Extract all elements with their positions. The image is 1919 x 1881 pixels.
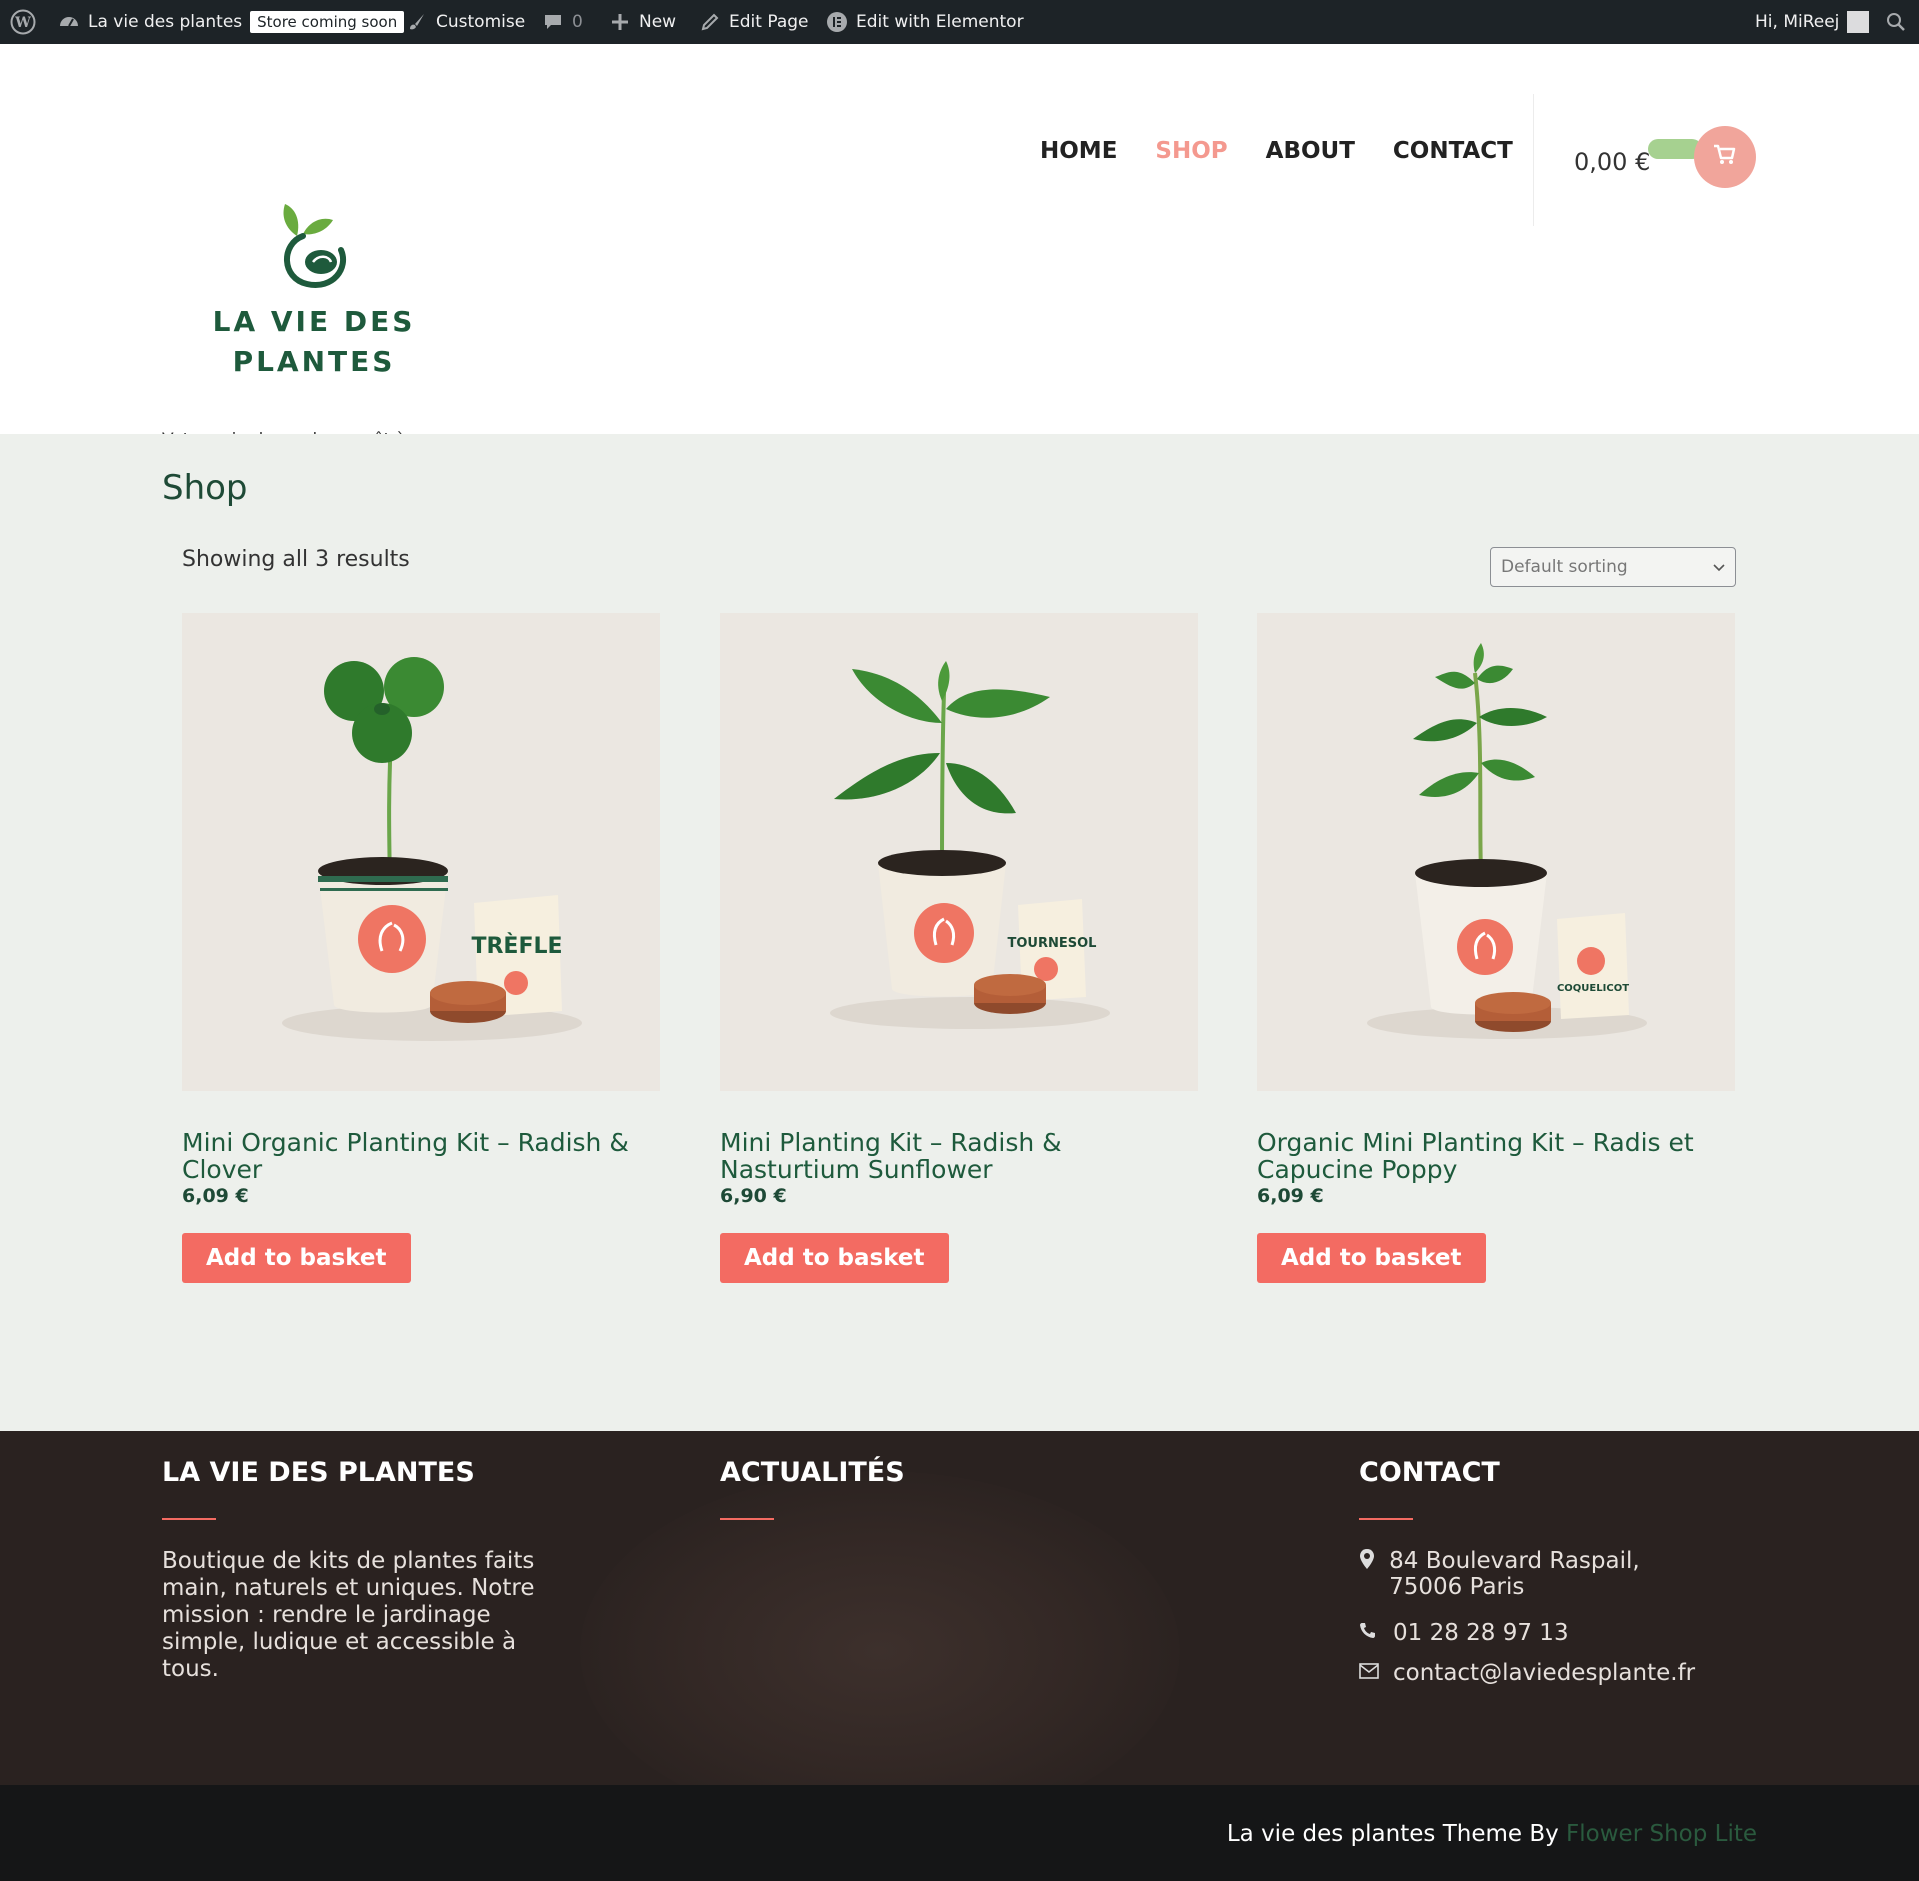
customise-link[interactable]: Customise (406, 0, 525, 44)
footer-about-column: LA VIE DES PLANTES Boutique de kits de p… (162, 1457, 552, 1683)
product-title[interactable]: Organic Mini Planting Kit – Radis et Cap… (1257, 1129, 1735, 1183)
edit-page-label: Edit Page (729, 12, 809, 32)
edit-page-link[interactable]: Edit Page (699, 0, 808, 44)
product-card: COQUELICOT Organic Mini Planting Kit – R… (1257, 613, 1735, 1283)
footer-about-title: LA VIE DES PLANTES (162, 1457, 475, 1488)
nav-item-about[interactable]: ABOUT (1266, 138, 1355, 164)
theme-credit-link[interactable]: Flower Shop Lite (1566, 1821, 1757, 1847)
logo-mark-icon (283, 204, 346, 288)
site-header: HOME SHOP ABOUT CONTACT 0,00 € LA VIE DE… (0, 44, 1919, 450)
site-footer: LA VIE DES PLANTES Boutique de kits de p… (0, 1431, 1919, 1785)
dashboard-icon (58, 11, 80, 33)
plus-icon (609, 11, 631, 33)
customise-label: Customise (436, 12, 526, 32)
footer-about-text: Boutique de kits de plantes faits main, … (162, 1548, 535, 1682)
site-name: La vie des plantes (88, 12, 243, 32)
seed-packet-label: TOURNESOL (1008, 936, 1097, 951)
admin-bar: W La vie des plantes Store coming soon C… (0, 0, 1919, 44)
add-to-basket-button[interactable]: Add to basket (720, 1233, 949, 1283)
paintbrush-icon (406, 11, 428, 33)
pencil-icon (699, 11, 721, 33)
footer-title-underline (720, 1518, 774, 1520)
logo-line-2: PLANTES (232, 345, 396, 378)
footer-news-title: ACTUALITÉS (720, 1457, 905, 1488)
nav-item-shop[interactable]: SHOP (1155, 138, 1227, 164)
footer-address: 84 Boulevard Raspail, 75006 Paris (1359, 1548, 1719, 1600)
result-count: Showing all 3 results (182, 547, 410, 572)
product-image[interactable]: COQUELICOT (1257, 613, 1735, 1091)
seed-packet-label: COQUELICOT (1557, 983, 1629, 994)
add-to-basket-button[interactable]: Add to basket (182, 1233, 411, 1283)
address-text: 84 Boulevard Raspail, 75006 Paris (1389, 1548, 1640, 1600)
logo-wordmark: LA VIE DES PLANTES (200, 302, 428, 382)
poppy-plant-kit-illustration: COQUELICOT (1257, 613, 1735, 1091)
email-text: contact@laviedesplante.fr (1393, 1660, 1696, 1686)
site-name-link[interactable]: La vie des plantes Store coming soon (58, 0, 405, 44)
product-title[interactable]: Mini Organic Planting Kit – Radish & Clo… (182, 1129, 660, 1183)
edit-with-elementor-link[interactable]: Edit with Elementor (826, 0, 1024, 44)
main-navigation: HOME SHOP ABOUT CONTACT (1040, 138, 1513, 164)
envelope-icon (1359, 1660, 1383, 1684)
seed-packet-label: TRÈFLE (471, 933, 562, 959)
footer-bottom-bar: La vie des plantes Theme By Flower Shop … (0, 1785, 1919, 1881)
map-pin-icon (1359, 1548, 1379, 1575)
product-image[interactable]: TOURNESOL (720, 613, 1198, 1091)
product-price: 6,09 € (182, 1185, 249, 1207)
store-coming-soon-badge[interactable]: Store coming soon (250, 11, 405, 33)
sorting-select[interactable]: Default sorting (1490, 547, 1736, 587)
cart-icon (1713, 144, 1737, 171)
theme-credit: La vie des plantes Theme By Flower Shop … (1227, 1821, 1757, 1847)
new-content-link[interactable]: New (609, 0, 676, 44)
logo-line-1: LA VIE DES (212, 305, 416, 338)
product-price: 6,90 € (720, 1185, 787, 1207)
phone-text: 01 28 28 97 13 (1393, 1620, 1569, 1646)
admin-search-icon[interactable] (1886, 0, 1906, 44)
product-card: TOURNESOL Mini Planting Kit – Radish & N… (720, 613, 1198, 1283)
comments-count: 0 (572, 12, 583, 32)
cart-button[interactable] (1694, 126, 1756, 188)
phone-icon (1359, 1620, 1383, 1644)
comment-icon (542, 11, 564, 33)
page-title: Shop (162, 468, 248, 508)
product-image[interactable]: TRÈFLE (182, 613, 660, 1091)
cart-total[interactable]: 0,00 € (1574, 148, 1650, 176)
edit-elementor-label: Edit with Elementor (856, 12, 1024, 32)
product-title[interactable]: Mini Planting Kit – Radish & Nasturtium … (720, 1129, 1198, 1183)
footer-title-underline (1359, 1518, 1413, 1520)
nav-item-contact[interactable]: CONTACT (1393, 138, 1513, 164)
avatar (1847, 11, 1870, 33)
user-greeting: Hi, MiReej (1755, 12, 1840, 32)
nav-item-home[interactable]: HOME (1040, 138, 1117, 164)
account-menu[interactable]: Hi, MiReej (1755, 0, 1870, 44)
sorting-selected-value: Default sorting (1501, 557, 1628, 577)
footer-title-underline (162, 1518, 216, 1520)
shop-main: Shop Showing all 3 results Default sorti… (0, 434, 1919, 1431)
elementor-icon (826, 11, 848, 33)
footer-news-column: ACTUALITÉS (720, 1457, 905, 1520)
svg-text:W: W (14, 15, 31, 31)
wordpress-logo-icon[interactable]: W (10, 0, 36, 44)
product-card: TRÈFLE Mini Organic Planting Kit – Radis… (182, 613, 660, 1283)
add-to-basket-button[interactable]: Add to basket (1257, 1233, 1486, 1283)
chevron-down-icon (1713, 557, 1725, 577)
header-divider (1533, 94, 1534, 226)
comments-link[interactable]: 0 (542, 0, 583, 44)
product-price: 6,09 € (1257, 1185, 1324, 1207)
clover-plant-kit-illustration: TRÈFLE (182, 613, 660, 1091)
footer-contact-column: CONTACT 84 Boulevard Raspail, 75006 Pari… (1359, 1457, 1719, 1686)
sunflower-plant-kit-illustration: TOURNESOL (720, 613, 1198, 1091)
footer-phone[interactable]: 01 28 28 97 13 (1359, 1620, 1719, 1646)
new-label: New (639, 12, 677, 32)
credit-text: La vie des plantes Theme By (1226, 1821, 1567, 1847)
footer-contact-title: CONTACT (1359, 1457, 1500, 1488)
footer-email[interactable]: contact@laviedesplante.fr (1359, 1660, 1719, 1686)
